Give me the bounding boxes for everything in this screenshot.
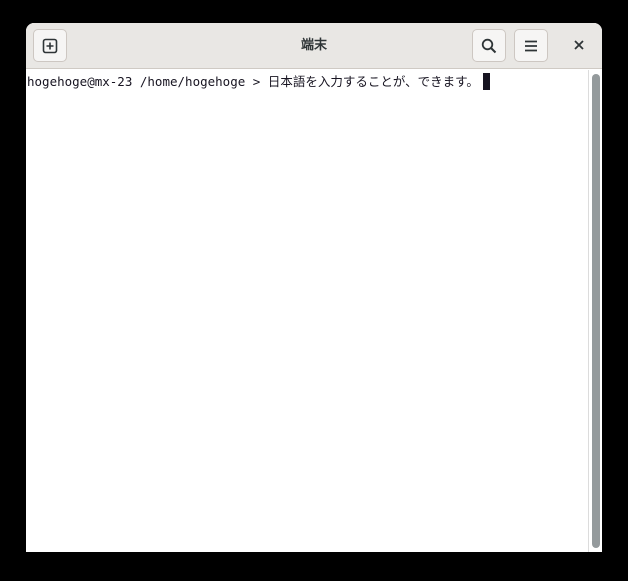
- close-icon: [573, 39, 585, 51]
- new-tab-icon: [42, 38, 58, 54]
- main-menu-button[interactable]: [514, 29, 548, 62]
- text-cursor: [482, 73, 490, 90]
- scrollbar-thumb[interactable]: [592, 74, 600, 548]
- terminal-line: hogehoge@mx-23 /home/hogehoge > 日本語を入力する…: [27, 73, 490, 90]
- vertical-scrollbar[interactable]: [588, 70, 602, 552]
- search-button[interactable]: [472, 29, 506, 62]
- header-bar: 端末: [26, 23, 602, 69]
- new-tab-button[interactable]: [33, 29, 67, 62]
- search-icon: [481, 38, 497, 54]
- shell-prompt: hogehoge@mx-23 /home/hogehoge >: [27, 74, 268, 89]
- command-input: 日本語を入力することが、できます。: [267, 74, 479, 89]
- terminal-window: 端末 hogehoge@mx-23 /home/hogehoge > 日本語を入…: [26, 23, 602, 552]
- hamburger-menu-icon: [523, 38, 539, 54]
- terminal-view[interactable]: hogehoge@mx-23 /home/hogehoge > 日本語を入力する…: [26, 70, 588, 552]
- close-button[interactable]: [566, 32, 592, 58]
